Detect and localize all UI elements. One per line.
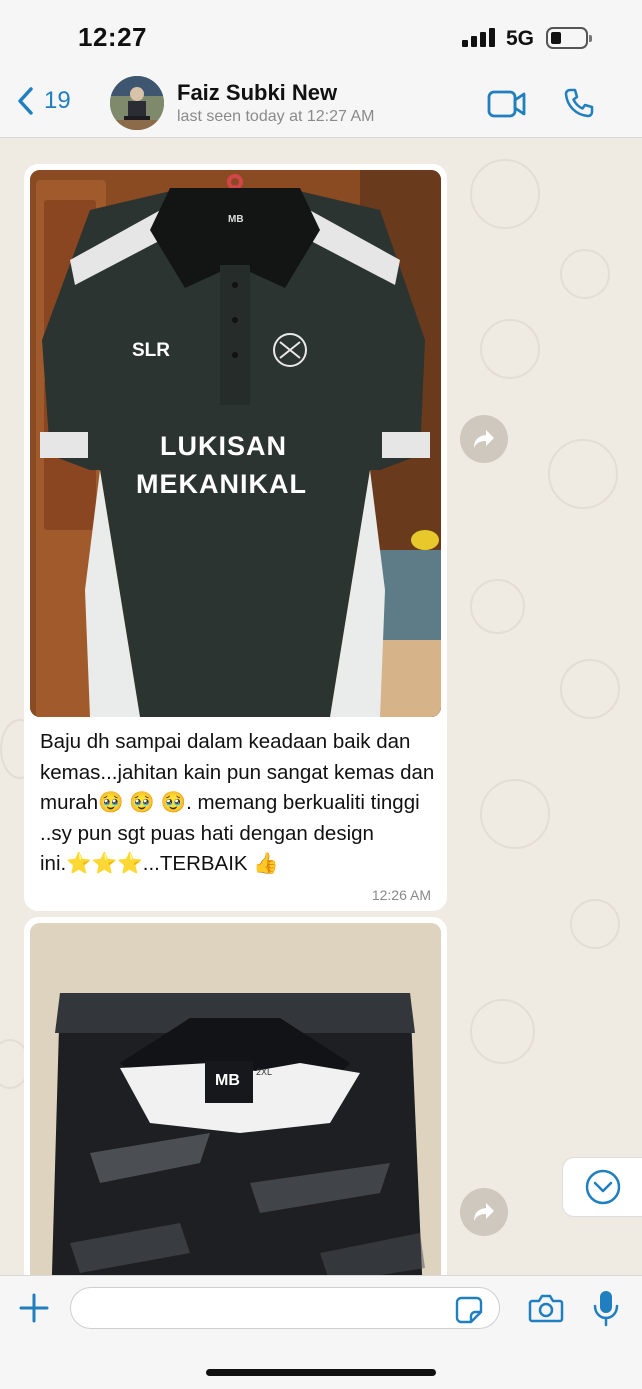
- microphone-icon: [593, 1291, 619, 1327]
- shirt-photo-art: SLR LUKISAN MEKANIKAL MB: [30, 170, 441, 717]
- wallpaper-doodle: [470, 159, 540, 229]
- sticker-button[interactable]: [455, 1296, 483, 1329]
- wallpaper-doodle: [470, 579, 525, 634]
- shirt-brand-text: SLR: [132, 340, 170, 361]
- chat-area[interactable]: SLR LUKISAN MEKANIKAL MB Baju dh sampai …: [0, 139, 642, 1275]
- forward-icon: [474, 430, 494, 448]
- hanger-tag-text: MB: [228, 214, 244, 225]
- message-bubble[interactable]: SLR LUKISAN MEKANIKAL MB Baju dh sampai …: [24, 164, 447, 911]
- camera-button[interactable]: [528, 1292, 564, 1329]
- package-photo-art: MB 2XL: [30, 923, 441, 1275]
- signal-icon: [462, 28, 495, 47]
- voice-message-button[interactable]: [592, 1289, 620, 1332]
- forward-button[interactable]: [460, 415, 508, 463]
- avatar[interactable]: [110, 76, 164, 130]
- package-label-size: 2XL: [256, 1067, 272, 1077]
- wallpaper-doodle: [548, 439, 618, 509]
- wallpaper-doodle: [560, 249, 610, 299]
- plus-icon: [19, 1293, 49, 1323]
- chevron-down-icon: [585, 1169, 620, 1205]
- last-seen-status: last seen today at 12:27 AM: [177, 108, 375, 125]
- contact-name[interactable]: Faiz Subki New: [177, 80, 337, 106]
- forward-icon: [474, 1203, 494, 1221]
- package-photo[interactable]: MB 2XL: [30, 923, 441, 1275]
- network-label: 5G: [506, 27, 535, 50]
- shirt-text-line1: LUKISAN: [160, 431, 287, 461]
- camera-icon: [528, 1294, 564, 1323]
- battery-icon: [546, 27, 592, 49]
- scroll-to-bottom-button[interactable]: [562, 1157, 642, 1217]
- phone-icon: [564, 88, 594, 118]
- chat-header: 19 Faiz Subki New last seen today at 12:…: [0, 72, 642, 138]
- home-indicator[interactable]: [206, 1369, 436, 1376]
- video-call-icon: [487, 90, 526, 118]
- wallpaper-doodle: [480, 319, 540, 379]
- shirt-text-line2: MEKANIKAL: [136, 469, 307, 499]
- wallpaper-doodle: [570, 899, 620, 949]
- wallpaper-doodle: [560, 659, 620, 719]
- package-label-brand: MB: [215, 1072, 240, 1089]
- status-bar: 12:27 5G: [0, 0, 642, 72]
- wallpaper-doodle: [480, 779, 550, 849]
- message-bubble[interactable]: MB 2XL: [24, 917, 447, 1275]
- attach-button[interactable]: [18, 1292, 50, 1329]
- chevron-left-icon: [18, 87, 33, 115]
- message-input[interactable]: [70, 1287, 500, 1329]
- video-call-button[interactable]: [487, 90, 527, 123]
- sticker-icon: [455, 1296, 483, 1324]
- wallpaper-doodle: [470, 999, 535, 1064]
- forward-button[interactable]: [460, 1188, 508, 1236]
- back-button[interactable]: 19: [16, 86, 71, 116]
- voice-call-button[interactable]: [563, 87, 595, 124]
- shirt-photo[interactable]: SLR LUKISAN MEKANIKAL MB: [30, 170, 441, 717]
- message-time: 12:26 AM: [371, 887, 431, 903]
- status-time: 12:27: [78, 22, 147, 52]
- message-caption: Baju dh sampai dalam keadaan baik dan ke…: [40, 730, 435, 875]
- unread-count: 19: [44, 87, 71, 114]
